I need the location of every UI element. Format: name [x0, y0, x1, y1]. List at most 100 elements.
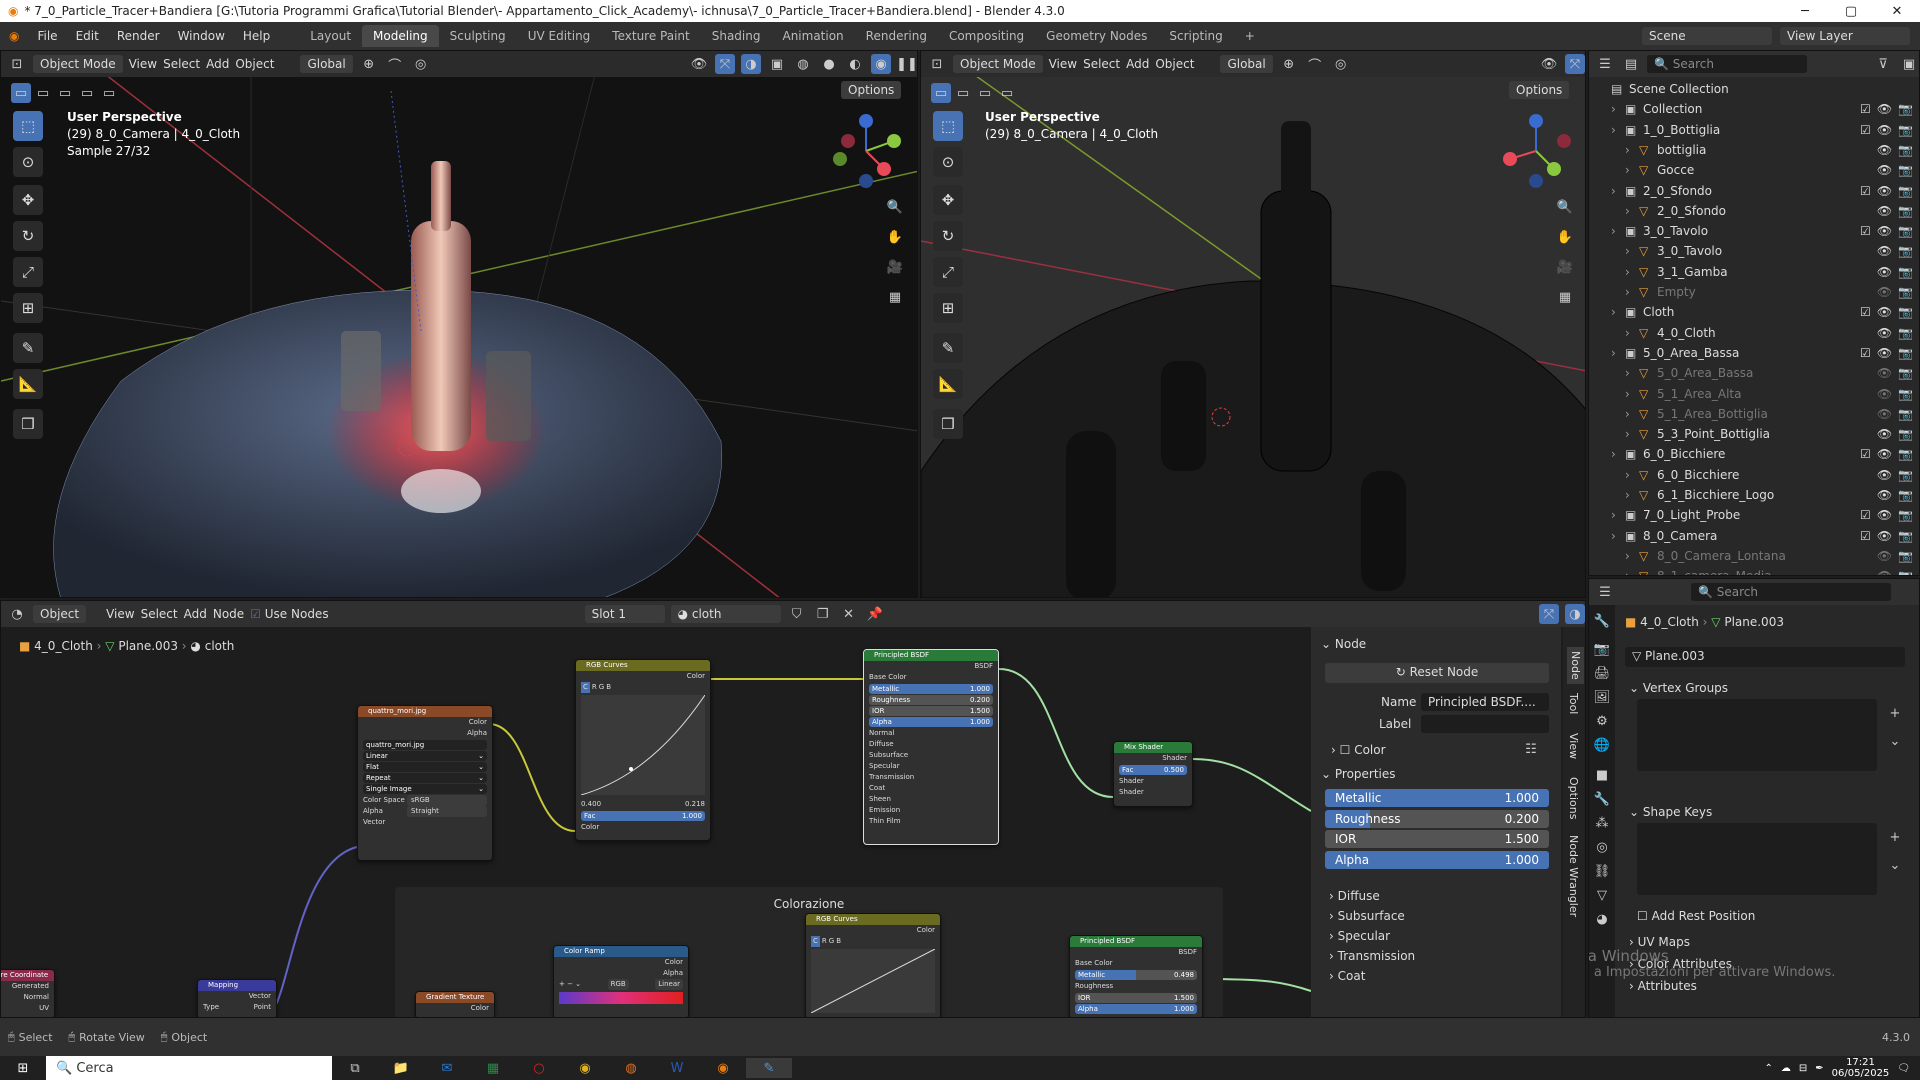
navigation-gizmo[interactable] — [1496, 111, 1576, 191]
tray-chevron-icon[interactable]: ⌃ — [1764, 1063, 1772, 1074]
camera-render-icon[interactable]: 📷 — [1898, 163, 1913, 177]
bsdf-group-thin-film[interactable]: Thin Film — [869, 816, 901, 827]
eye-icon[interactable]: 👁 — [1877, 326, 1892, 340]
select-subtract-icon[interactable]: ▭ — [975, 83, 995, 103]
curve-y-value[interactable]: 0.218 — [685, 799, 705, 810]
pause-icon[interactable]: ❚❚ — [896, 54, 917, 74]
exclude-checkbox-icon[interactable]: ☑ — [1860, 346, 1871, 360]
color-ramp-node[interactable]: Color Ramp Color Alpha + − ⌄ RGB Linear — [553, 945, 689, 1017]
shading-wireframe-icon[interactable]: ◍ — [793, 54, 813, 74]
eye-icon[interactable]: 👁 — [1877, 244, 1892, 258]
outlook-icon[interactable]: ✉ — [424, 1058, 470, 1078]
camera-render-icon[interactable]: 📷 — [1898, 204, 1913, 218]
camera-render-icon[interactable]: 📷 — [1898, 366, 1913, 380]
data-tab-icon[interactable]: ▽ — [1592, 885, 1612, 905]
expand-chevron-icon[interactable]: › — [1625, 143, 1639, 157]
ramp-add-icon[interactable]: + − ⌄ — [559, 979, 581, 990]
tool-scale[interactable]: ⤢ — [933, 257, 963, 287]
eye-icon[interactable]: 👁 — [1877, 184, 1892, 198]
task-view-icon[interactable]: ⧉ — [332, 1058, 378, 1078]
overlay-icon[interactable]: ◑ — [741, 54, 761, 74]
curve-x-value[interactable]: 0.400 — [581, 799, 601, 810]
exclude-checkbox-icon[interactable]: ☑ — [1860, 123, 1871, 137]
taskbar-search[interactable]: 🔍 Cerca — [46, 1056, 332, 1080]
source-select[interactable]: Single Image ⌄ — [363, 784, 487, 794]
word-icon[interactable]: W — [654, 1058, 700, 1078]
channel-c[interactable]: C — [581, 682, 590, 693]
exclude-checkbox-icon[interactable]: ☑ — [1860, 224, 1871, 238]
eye-icon[interactable]: 👁 — [1877, 387, 1892, 401]
expand-chevron-icon[interactable]: › — [1625, 569, 1639, 575]
select-invert-icon[interactable]: ▭ — [77, 83, 97, 103]
select-intersect-icon[interactable]: ▭ — [99, 83, 119, 103]
tool-add-cube[interactable]: ❒ — [933, 409, 963, 439]
expand-chevron-icon[interactable]: › — [1611, 508, 1625, 522]
outliner-row[interactable]: › ▣ 1_0_Bottiglia ☑ 👁 📷 — [1589, 120, 1919, 140]
maximize-button[interactable]: ▢ — [1828, 4, 1874, 19]
bsdf-group-subsurface[interactable]: Subsurface — [869, 750, 908, 761]
expand-chevron-icon[interactable]: › — [1625, 488, 1639, 502]
tool-cursor[interactable]: ⊙ — [13, 147, 43, 177]
pan-hand-icon[interactable]: ✋ — [1555, 227, 1575, 247]
expand-chevron-icon[interactable]: › — [1625, 407, 1639, 421]
expand-chevron-icon[interactable]: › — [1625, 549, 1639, 563]
options-button[interactable]: Options — [841, 81, 902, 99]
outliner-row[interactable]: › ▣ 7_0_Light_Probe ☑ 👁 📷 — [1589, 505, 1919, 525]
expand-chevron-icon[interactable]: › — [1625, 468, 1639, 482]
camera-render-icon[interactable]: 📷 — [1898, 184, 1913, 198]
eye-icon[interactable]: 👁 — [1877, 346, 1892, 360]
outliner-row[interactable]: › ▽ 8_0_Camera_Lontana 👁 📷 — [1589, 546, 1919, 566]
eye-icon[interactable]: 👁 — [1877, 123, 1892, 137]
editor-type-icon[interactable]: ⊡ — [927, 54, 947, 74]
transform-orientation[interactable]: Global — [300, 55, 353, 73]
camera-render-icon[interactable]: 📷 — [1898, 529, 1913, 543]
tool-annotate[interactable]: ✎ — [933, 333, 963, 363]
add-shape-key-icon[interactable]: + — [1885, 827, 1905, 847]
camera-render-icon[interactable]: 📷 — [1898, 143, 1913, 157]
expand-chevron-icon[interactable]: › — [1611, 224, 1625, 238]
outliner-row[interactable]: ›▽8_1_camera_Media 👁 📷 — [1589, 566, 1919, 575]
particles-tab-icon[interactable]: ⁂ — [1592, 813, 1612, 833]
tool-rotate[interactable]: ↻ — [933, 221, 963, 251]
mapping-type-select[interactable]: Point — [254, 1002, 271, 1013]
transform-orientation[interactable]: Global — [1220, 55, 1273, 73]
tool-measure[interactable]: 📐 — [13, 369, 43, 399]
node-label-field[interactable] — [1421, 715, 1549, 733]
property-slider[interactable]: Roughness 0.200 — [1325, 809, 1549, 828]
properties-panel-header[interactable]: ⌄ Properties — [1321, 767, 1396, 781]
reset-node-button[interactable]: ↻ Reset Node — [1325, 663, 1549, 683]
tool-transform[interactable]: ⊞ — [13, 293, 43, 323]
camera-render-icon[interactable]: 📷 — [1898, 427, 1913, 441]
menu-view[interactable]: View — [129, 57, 157, 71]
close-button[interactable]: ✕ — [1874, 4, 1920, 19]
expand-chevron-icon[interactable]: › — [1625, 387, 1639, 401]
chrome-icon[interactable]: ◉ — [562, 1058, 608, 1078]
tool-cursor[interactable]: ⊙ — [933, 147, 963, 177]
expand-chevron-icon[interactable]: › — [1625, 427, 1639, 441]
camera-render-icon[interactable]: 📷 — [1898, 326, 1913, 340]
bsdf-group-sheen[interactable]: Sheen — [869, 794, 891, 805]
view-layer-tab-icon[interactable]: 🖼 — [1592, 687, 1612, 707]
bsdf-group-specular[interactable]: Specular — [869, 761, 900, 772]
menu-add[interactable]: Add — [1126, 57, 1149, 71]
outliner-row[interactable]: › ▽ 3_0_Tavolo 👁 📷 — [1589, 241, 1919, 261]
property-group-header[interactable]: › Diffuse — [1329, 889, 1380, 903]
proportional-edit-icon[interactable]: ◎ — [1331, 54, 1351, 74]
menu-window[interactable]: Window — [169, 29, 234, 43]
tab-uv-editing[interactable]: UV Editing — [517, 25, 602, 47]
metallic-slider[interactable]: Metallic 1.000 — [869, 684, 993, 694]
exclude-checkbox-icon[interactable]: ☑ — [1860, 447, 1871, 461]
ior-slider[interactable]: IOR 1.500 — [1075, 993, 1197, 1003]
visibility-icon[interactable]: 👁 — [689, 54, 709, 74]
eye-icon[interactable]: 👁 — [1877, 224, 1892, 238]
menu-edit[interactable]: Edit — [67, 29, 108, 43]
menu-help[interactable]: Help — [234, 29, 279, 43]
windows-start-icon[interactable]: ⊞ — [0, 1058, 46, 1078]
mapping-node[interactable]: Mapping Vector Type Point — [197, 979, 277, 1017]
tool-scale[interactable]: ⤢ — [13, 257, 43, 287]
vertex-groups-list[interactable] — [1637, 699, 1877, 771]
excel-icon[interactable]: ▦ — [470, 1058, 516, 1078]
outliner-row[interactable]: › ▽ 2_0_Sfondo 👁 📷 — [1589, 201, 1919, 221]
ramp-mode-select[interactable]: RGB — [607, 979, 629, 990]
world-tab-icon[interactable]: 🌐 — [1592, 735, 1612, 755]
